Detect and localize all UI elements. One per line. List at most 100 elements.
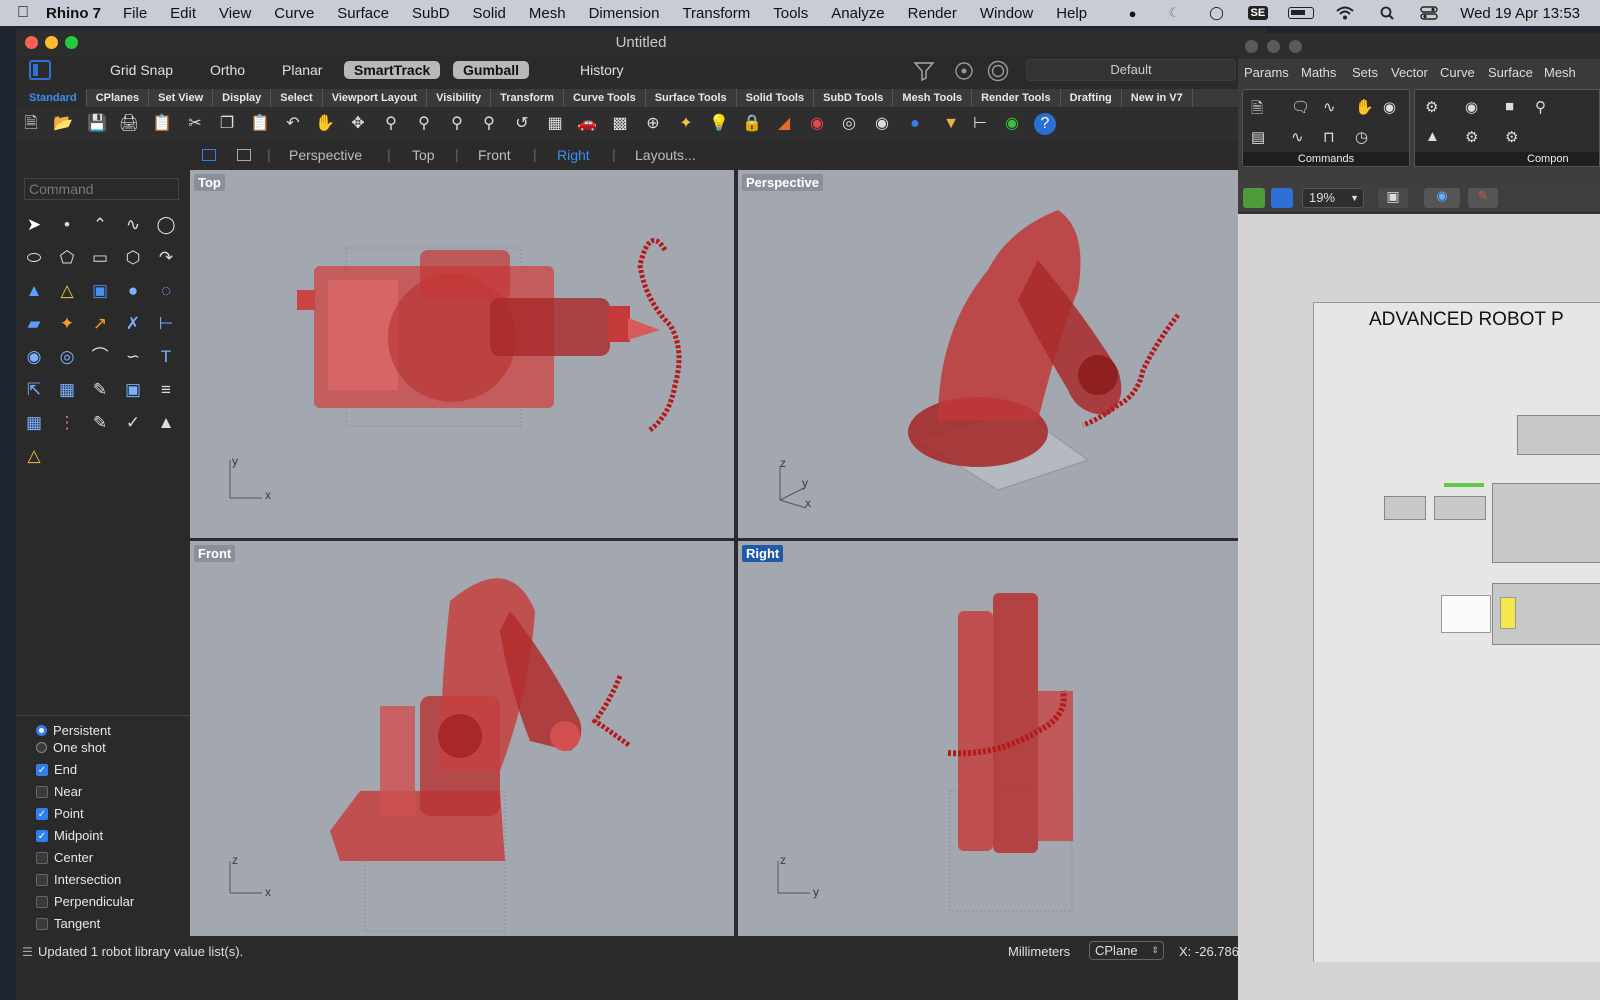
osnap-end-checkbox[interactable]: ✓ End [36, 762, 77, 777]
osnap-icon[interactable] [954, 61, 974, 86]
polygon-icon[interactable]: ⬠ [55, 246, 79, 270]
grid-snap-toggle[interactable]: Grid Snap [110, 62, 173, 78]
cplane-select[interactable]: CPlane ⇕ [1089, 941, 1164, 960]
menubar-clock[interactable]: Wed 19 Apr 13:53 [1460, 5, 1580, 22]
gh-maximize-button[interactable] [1289, 40, 1302, 53]
gh-tab-mesh[interactable]: Mesh [1544, 65, 1576, 80]
sphere-icon[interactable]: ● [121, 279, 145, 303]
gh-hand-icon[interactable]: ✋ [1355, 98, 1374, 116]
wireframe-sphere-icon[interactable]: ◎ [838, 113, 860, 135]
extrude-icon[interactable]: △ [55, 279, 79, 303]
mesh-icon[interactable]: ▲ [154, 411, 178, 435]
list-icon[interactable]: ☰ [22, 945, 33, 959]
moon-icon[interactable]: ☾ [1164, 5, 1186, 21]
target-icon[interactable] [987, 60, 1009, 87]
sidebar-toggle-icon[interactable] [29, 60, 51, 80]
menu-window[interactable]: Window [980, 5, 1033, 22]
viewport-right[interactable]: Right z y [738, 541, 1238, 936]
viewport-top[interactable]: Top y x [190, 170, 734, 538]
tab-perspective[interactable]: Perspective [289, 147, 362, 163]
gh-camera-icon[interactable]: ◉ [1383, 98, 1396, 116]
gh-node[interactable] [1384, 496, 1426, 520]
zoom-extents-icon[interactable]: ⚲ [446, 113, 468, 135]
arc-icon[interactable]: ↷ [154, 246, 178, 270]
display-mode-select[interactable]: Default [1026, 59, 1236, 81]
viewport-perspective[interactable]: Perspective z y x [738, 170, 1238, 538]
boolean-icon[interactable]: ◎ [55, 345, 79, 369]
osnap-intersection-checkbox[interactable]: Intersection [36, 872, 121, 887]
control-center-icon[interactable] [1418, 5, 1440, 21]
battery-icon[interactable] [1288, 7, 1315, 19]
gh-pulse-icon[interactable]: ∿ [1291, 128, 1304, 146]
text-icon[interactable]: T [154, 345, 178, 369]
scale-icon[interactable]: ⇱ [22, 378, 46, 402]
new-file-icon[interactable]: 🗎 [20, 113, 42, 135]
split-icon[interactable]: ⊢ [154, 312, 178, 336]
menu-mesh[interactable]: Mesh [529, 5, 566, 22]
gh-panel-icon[interactable]: ▤ [1251, 128, 1265, 146]
gh-minimize-button[interactable] [1267, 40, 1280, 53]
menu-help[interactable]: Help [1056, 5, 1087, 22]
menu-file[interactable]: File [123, 5, 147, 22]
group-icon[interactable]: ◉ [22, 345, 46, 369]
paste-icon[interactable]: 📋 [249, 113, 271, 135]
osnap-persistent-radio[interactable]: Persistent [36, 723, 111, 738]
lock-icon[interactable]: 🔒 [741, 113, 763, 135]
filter-icon[interactable] [913, 61, 935, 86]
trim-icon[interactable]: ✗ [121, 312, 145, 336]
grid-icon[interactable]: ▩ [609, 113, 631, 135]
four-viewport-layout-icon[interactable] [202, 149, 216, 161]
array-icon[interactable]: ▦ [55, 378, 79, 402]
status-app-icon[interactable]: ● [1122, 5, 1144, 21]
spotlight-search-icon[interactable] [1376, 5, 1398, 21]
osnap-center-checkbox[interactable]: Center [36, 850, 93, 865]
gh-save-icon[interactable] [1271, 188, 1293, 208]
tab-mesh-tools[interactable]: Mesh Tools [893, 89, 973, 107]
solid-edit-icon[interactable]: ▣ [121, 378, 145, 402]
zoom-icon[interactable]: ⚲ [380, 113, 402, 135]
gh-cog-icon[interactable]: ⚙ [1505, 128, 1518, 146]
car-icon[interactable]: 🚗 [576, 113, 598, 135]
select-arrow-icon[interactable]: ➤ [22, 213, 46, 237]
osnap-midpoint-checkbox[interactable]: ✓ Midpoint [36, 828, 103, 843]
viewport-front[interactable]: Front z x [190, 541, 734, 936]
history-toggle[interactable]: History [580, 62, 624, 78]
gh-tab-vector[interactable]: Vector [1391, 65, 1428, 80]
layers-icon[interactable]: ◢ [773, 113, 795, 135]
tab-new-in-v7[interactable]: New in V7 [1122, 89, 1193, 107]
tab-front[interactable]: Front [478, 147, 511, 163]
gh-new-icon[interactable] [1243, 188, 1265, 208]
offset-icon[interactable]: ∽ [121, 345, 145, 369]
gumball-toggle[interactable]: Gumball [453, 61, 530, 79]
creative-cloud-icon[interactable]: ◯ [1206, 5, 1228, 21]
tab-select[interactable]: Select [271, 89, 323, 107]
lightbulb-icon[interactable]: 💡 [708, 113, 730, 135]
dimension-icon[interactable]: ⊢ [969, 113, 991, 135]
osnap-perpendicular-checkbox[interactable]: Perpendicular [36, 894, 134, 909]
se-badge[interactable]: SE [1247, 6, 1269, 20]
tab-display[interactable]: Display [213, 89, 272, 107]
cylinder-icon[interactable]: ◌ [154, 279, 178, 303]
plane-icon[interactable]: ▰ [22, 312, 46, 336]
tab-layouts[interactable]: Layouts... [635, 147, 696, 163]
tab-top[interactable]: Top [412, 147, 435, 163]
gh-panel[interactable] [1441, 595, 1491, 633]
menu-tools[interactable]: Tools [773, 5, 808, 22]
menu-render[interactable]: Render [908, 5, 957, 22]
import-icon[interactable]: 📋 [151, 113, 173, 135]
help-icon[interactable]: ? [1034, 113, 1056, 135]
light-icon[interactable]: ▼ [940, 113, 962, 135]
gh-close-button[interactable] [1245, 40, 1258, 53]
rendered-sphere-icon[interactable]: ● [904, 113, 926, 135]
gh-sketch-icon[interactable]: ✎ [1468, 188, 1498, 208]
gh-zoom-extents-icon[interactable]: ▣ [1378, 188, 1408, 208]
ruler-icon[interactable]: ⋮ [55, 411, 79, 435]
tab-standard[interactable]: Standard [20, 89, 87, 107]
menu-solid[interactable]: Solid [473, 5, 506, 22]
apple-menu-icon[interactable]:  [0, 4, 46, 22]
gh-comment-icon[interactable]: 🗨 [1291, 98, 1310, 116]
gh-node[interactable] [1434, 496, 1486, 520]
join-icon[interactable]: ↗ [88, 312, 112, 336]
tab-right[interactable]: Right [557, 147, 590, 163]
zoom-window-icon[interactable]: ⚲ [413, 113, 435, 135]
